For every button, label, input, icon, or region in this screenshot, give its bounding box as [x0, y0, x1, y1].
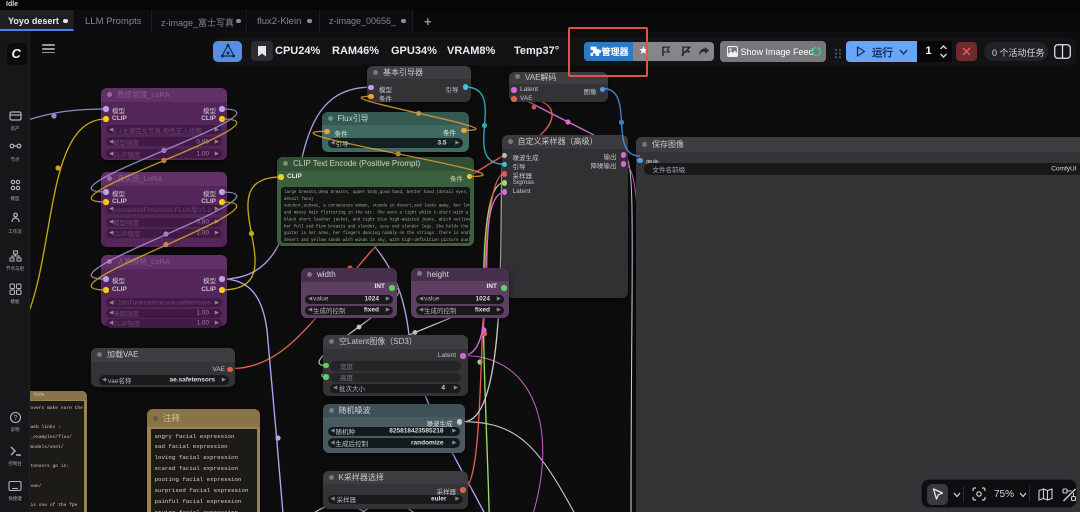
- svg-text:?: ?: [13, 415, 17, 422]
